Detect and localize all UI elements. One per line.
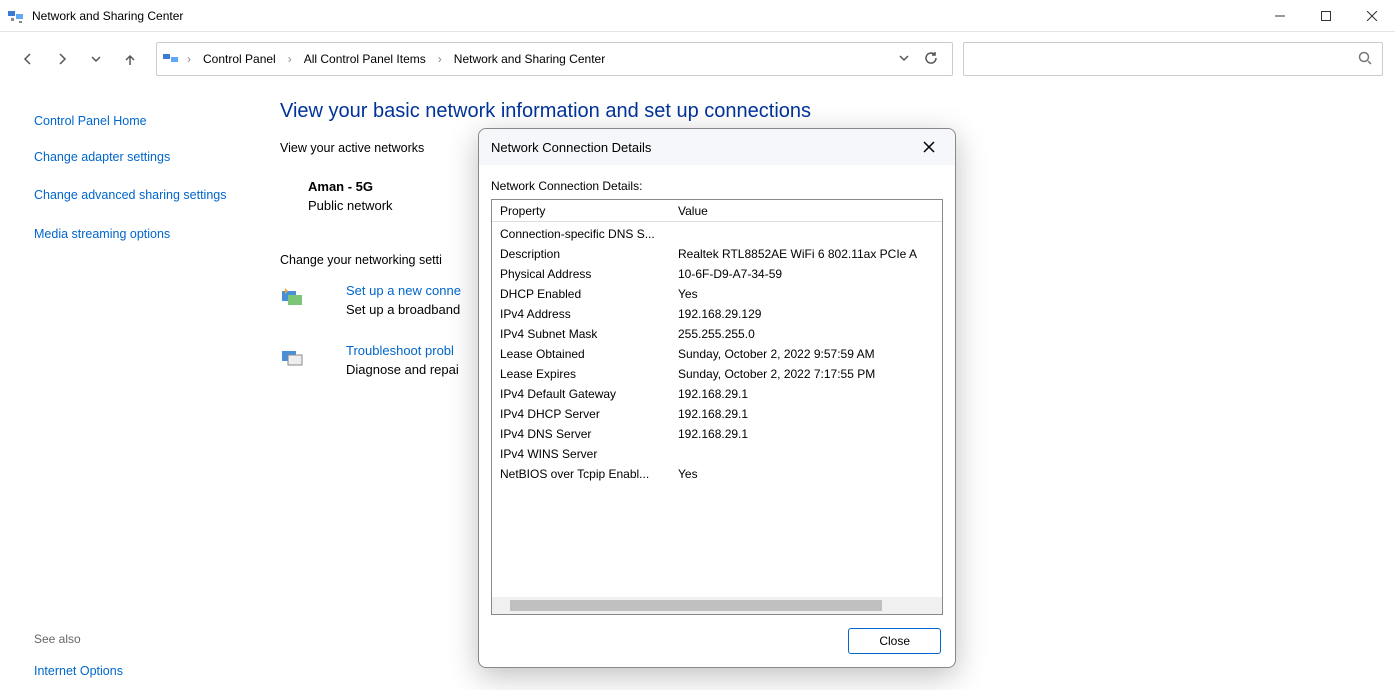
detail-row[interactable]: Connection-specific DNS S... bbox=[492, 224, 942, 244]
sidebar-link-media-streaming[interactable]: Media streaming options bbox=[34, 227, 254, 241]
breadcrumb-item[interactable]: Control Panel bbox=[203, 52, 276, 66]
dialog-title: Network Connection Details bbox=[491, 140, 651, 155]
sidebar-link-adapter[interactable]: Change adapter settings bbox=[34, 150, 254, 164]
up-button[interactable] bbox=[114, 43, 146, 75]
search-box[interactable] bbox=[963, 42, 1383, 76]
close-button[interactable]: Close bbox=[848, 628, 941, 654]
detail-row[interactable]: IPv4 Address192.168.29.129 bbox=[492, 304, 942, 324]
troubleshoot-link[interactable]: Troubleshoot probl bbox=[346, 343, 459, 358]
detail-row[interactable]: Lease ExpiresSunday, October 2, 2022 7:1… bbox=[492, 364, 942, 384]
detail-property: Lease Obtained bbox=[492, 347, 670, 361]
detail-value: Yes bbox=[670, 467, 698, 481]
dialog-close-button[interactable] bbox=[915, 133, 943, 161]
detail-value: Sunday, October 2, 2022 9:57:59 AM bbox=[670, 347, 875, 361]
detail-property: IPv4 DHCP Server bbox=[492, 407, 670, 421]
see-also-section: See also Internet Options bbox=[34, 632, 123, 678]
chevron-right-icon[interactable]: › bbox=[438, 52, 442, 66]
detail-value: 192.168.29.1 bbox=[670, 387, 748, 401]
detail-property: IPv4 Address bbox=[492, 307, 670, 321]
detail-property: IPv4 WINS Server bbox=[492, 447, 670, 461]
detail-value: 192.168.29.1 bbox=[670, 427, 748, 441]
detail-property: NetBIOS over Tcpip Enabl... bbox=[492, 467, 670, 481]
chevron-right-icon[interactable]: › bbox=[288, 52, 292, 66]
horizontal-scrollbar[interactable] bbox=[492, 597, 942, 614]
detail-value: 192.168.29.129 bbox=[670, 307, 761, 321]
refresh-button[interactable] bbox=[924, 51, 938, 68]
detail-property: Physical Address bbox=[492, 267, 670, 281]
maximize-button[interactable] bbox=[1303, 0, 1349, 32]
breadcrumb-item[interactable]: Network and Sharing Center bbox=[454, 52, 605, 66]
setup-connection-icon bbox=[280, 285, 304, 309]
detail-value: 10-6F-D9-A7-34-59 bbox=[670, 267, 782, 281]
troubleshoot-icon bbox=[280, 345, 304, 369]
recent-locations-button[interactable] bbox=[80, 43, 112, 75]
detail-row[interactable]: NetBIOS over Tcpip Enabl...Yes bbox=[492, 464, 942, 484]
detail-row[interactable]: IPv4 DHCP Server192.168.29.1 bbox=[492, 404, 942, 424]
see-also-heading: See also bbox=[34, 632, 123, 646]
address-dropdown-button[interactable] bbox=[898, 52, 910, 67]
detail-property: DHCP Enabled bbox=[492, 287, 670, 301]
detail-row[interactable]: IPv4 DNS Server192.168.29.1 bbox=[492, 424, 942, 444]
column-header-value[interactable]: Value bbox=[670, 204, 708, 218]
window-titlebar: Network and Sharing Center bbox=[0, 0, 1395, 32]
app-icon bbox=[8, 8, 24, 24]
detail-row[interactable]: IPv4 Subnet Mask255.255.255.0 bbox=[492, 324, 942, 344]
detail-property: Description bbox=[492, 247, 670, 261]
detail-row[interactable]: Lease ObtainedSunday, October 2, 2022 9:… bbox=[492, 344, 942, 364]
network-connection-details-dialog: Network Connection Details Network Conne… bbox=[478, 128, 956, 668]
window-title: Network and Sharing Center bbox=[32, 9, 183, 23]
search-icon bbox=[1358, 51, 1372, 68]
details-listview[interactable]: Property Value Connection-specific DNS S… bbox=[491, 199, 943, 615]
detail-value: Sunday, October 2, 2022 7:17:55 PM bbox=[670, 367, 875, 381]
detail-property: Lease Expires bbox=[492, 367, 670, 381]
detail-property: IPv4 DNS Server bbox=[492, 427, 670, 441]
minimize-button[interactable] bbox=[1257, 0, 1303, 32]
detail-property: IPv4 Subnet Mask bbox=[492, 327, 670, 341]
address-icon bbox=[163, 51, 179, 67]
toolbar: › Control Panel › All Control Panel Item… bbox=[0, 32, 1395, 86]
detail-row[interactable]: DescriptionRealtek RTL8852AE WiFi 6 802.… bbox=[492, 244, 942, 264]
scrollbar-thumb[interactable] bbox=[510, 600, 882, 611]
detail-row[interactable]: DHCP EnabledYes bbox=[492, 284, 942, 304]
back-button[interactable] bbox=[12, 43, 44, 75]
troubleshoot-desc: Diagnose and repai bbox=[346, 362, 459, 377]
column-header-property[interactable]: Property bbox=[492, 204, 670, 218]
see-also-internet-options[interactable]: Internet Options bbox=[34, 664, 123, 678]
detail-value: 192.168.29.1 bbox=[670, 407, 748, 421]
setup-connection-desc: Set up a broadband bbox=[346, 302, 461, 317]
detail-property: Connection-specific DNS S... bbox=[492, 227, 670, 241]
dialog-titlebar[interactable]: Network Connection Details bbox=[479, 129, 955, 165]
breadcrumb-item[interactable]: All Control Panel Items bbox=[304, 52, 426, 66]
sidebar: Control Panel Home Change adapter settin… bbox=[34, 96, 254, 403]
detail-row[interactable]: IPv4 Default Gateway192.168.29.1 bbox=[492, 384, 942, 404]
close-window-button[interactable] bbox=[1349, 0, 1395, 32]
detail-value: Yes bbox=[670, 287, 698, 301]
detail-value: 255.255.255.0 bbox=[670, 327, 755, 341]
sidebar-link-advanced-sharing[interactable]: Change advanced sharing settings bbox=[34, 186, 254, 205]
chevron-right-icon[interactable]: › bbox=[187, 52, 191, 66]
setup-connection-link[interactable]: Set up a new conne bbox=[346, 283, 461, 298]
detail-row[interactable]: IPv4 WINS Server bbox=[492, 444, 942, 464]
dialog-subtitle: Network Connection Details: bbox=[491, 179, 943, 193]
sidebar-link-home[interactable]: Control Panel Home bbox=[34, 114, 254, 128]
detail-property: IPv4 Default Gateway bbox=[492, 387, 670, 401]
page-heading: View your basic network information and … bbox=[280, 100, 1375, 123]
detail-value: Realtek RTL8852AE WiFi 6 802.11ax PCIe A bbox=[670, 247, 917, 261]
address-bar[interactable]: › Control Panel › All Control Panel Item… bbox=[156, 42, 953, 76]
detail-row[interactable]: Physical Address10-6F-D9-A7-34-59 bbox=[492, 264, 942, 284]
forward-button[interactable] bbox=[46, 43, 78, 75]
